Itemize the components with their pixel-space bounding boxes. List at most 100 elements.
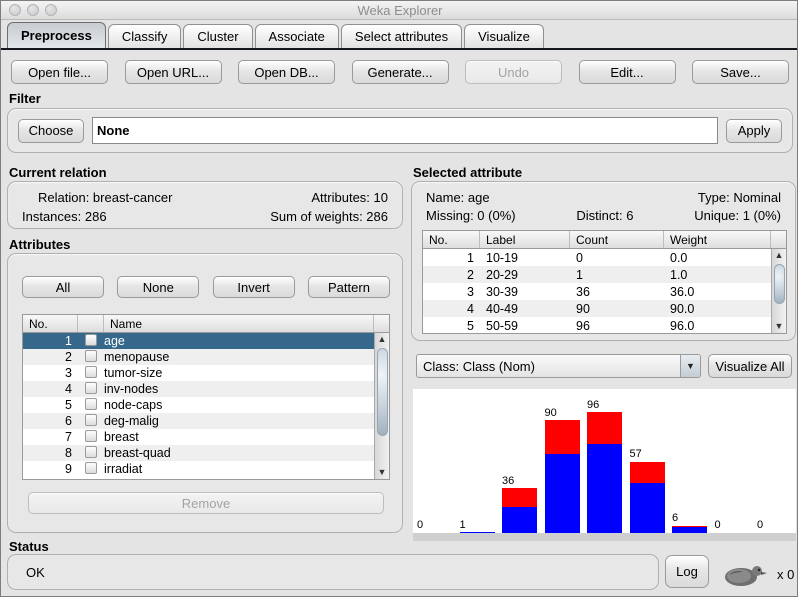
title-bar: Weka Explorer: [1, 1, 797, 20]
value-row-50-59[interactable]: 5 50-59 96 96.0: [423, 317, 771, 333]
invert-button[interactable]: Invert: [212, 276, 295, 298]
value-row-30-39[interactable]: 3 30-39 36 36.0: [423, 283, 771, 300]
scroll-up-icon[interactable]: ▲: [775, 249, 784, 262]
attribute-row-node-caps[interactable]: 5 node-caps: [23, 397, 374, 413]
scrollbar-thumb[interactable]: [773, 264, 785, 304]
attribute-name: inv-nodes: [104, 382, 159, 396]
edit-button[interactable]: Edit...: [578, 60, 676, 84]
pattern-button[interactable]: Pattern: [307, 276, 390, 298]
attribute-histogram: 0 1 36 90 96 57 6 0 0: [413, 389, 796, 541]
tab-bar: Preprocess Classify Cluster Associate Select…: [1, 20, 797, 50]
attribute-checkbox[interactable]: [85, 461, 97, 474]
value-counts-scrollbar[interactable]: ▲ ▼: [771, 249, 786, 333]
all-button[interactable]: All: [22, 276, 104, 298]
attribute-checkbox[interactable]: [85, 445, 97, 458]
value-cell: 50-59: [486, 318, 518, 333]
value-counts-header: No. Label Count Weight: [423, 231, 786, 249]
col-weight[interactable]: Weight: [664, 231, 771, 248]
attribute-row-irradiat[interactable]: 9 irradiat: [23, 461, 374, 477]
current-relation-title: Current relation: [9, 165, 107, 180]
tab-preprocess[interactable]: Preprocess: [7, 22, 106, 48]
remove-button[interactable]: Remove: [28, 492, 384, 514]
attribute-checkbox[interactable]: [85, 333, 97, 346]
tab-classify[interactable]: Classify: [107, 24, 182, 48]
bar-count-label: 90: [544, 407, 557, 419]
bar-count-label: 6: [672, 512, 679, 524]
attribute-name: breast: [104, 430, 139, 444]
col-no[interactable]: No.: [23, 315, 78, 332]
histogram-bar-10-19: 0: [417, 520, 452, 533]
histogram-bar-50-59: 96: [587, 400, 622, 533]
attribute-no: 8: [65, 446, 72, 460]
tab-select-attributes[interactable]: Select attributes: [340, 24, 463, 48]
attribute-no: 1: [65, 334, 72, 348]
filter-value-field[interactable]: None: [92, 117, 718, 144]
scrollbar-thumb[interactable]: [376, 348, 388, 436]
tab-visualize[interactable]: Visualize: [464, 24, 544, 48]
attribute-checkbox[interactable]: [85, 349, 97, 362]
scroll-down-icon[interactable]: ▼: [378, 466, 387, 479]
attribute-checkbox[interactable]: [85, 381, 97, 394]
attribute-checkbox[interactable]: [85, 397, 97, 410]
bar-red-segment: [629, 462, 665, 483]
undo-button[interactable]: Undo: [465, 60, 562, 84]
selected-attribute-title: Selected attribute: [413, 165, 523, 180]
open-url-button[interactable]: Open URL...: [124, 60, 222, 84]
col-no[interactable]: No.: [423, 231, 480, 248]
choose-button[interactable]: Choose: [18, 118, 84, 143]
value-row-10-19[interactable]: 1 10-19 0 0.0: [423, 249, 771, 266]
value-cell: 1: [576, 267, 583, 282]
apply-button[interactable]: Apply: [726, 118, 782, 143]
open-file-button[interactable]: Open file...: [11, 60, 108, 84]
attributes-table: No. Name 1 age 2 menopause 3 tumor-size 4 inv-n…: [22, 314, 390, 480]
generate-button[interactable]: Generate...: [351, 60, 449, 84]
open-db-button[interactable]: Open DB...: [238, 60, 335, 84]
attribute-row-tumor-size[interactable]: 3 tumor-size: [23, 365, 374, 381]
attributes-scrollbar[interactable]: ▲ ▼: [374, 333, 389, 479]
attribute-row-breast[interactable]: 7 breast: [23, 429, 374, 445]
scroll-down-icon[interactable]: ▼: [775, 320, 784, 333]
attribute-row-age[interactable]: 1 age: [23, 333, 374, 349]
value-row-40-49[interactable]: 4 40-49 90 90.0: [423, 300, 771, 317]
attributes-list: 1 age 2 menopause 3 tumor-size 4 inv-nodes 5 node…: [23, 333, 374, 479]
attribute-checkbox[interactable]: [85, 413, 97, 426]
attr-name: Name: age: [426, 190, 490, 205]
col-count[interactable]: Count: [570, 231, 664, 248]
log-button[interactable]: Log: [665, 555, 709, 588]
attribute-row-menopause[interactable]: 2 menopause: [23, 349, 374, 365]
histogram-bar-60-69: 57: [629, 449, 665, 533]
value-row-20-29[interactable]: 2 20-29 1 1.0: [423, 266, 771, 283]
save-button[interactable]: Save...: [692, 60, 789, 84]
relation-value: Relation: breast-cancer: [38, 190, 173, 205]
tab-associate[interactable]: Associate: [254, 24, 339, 48]
col-label[interactable]: Label: [480, 231, 570, 248]
bar-red-segment: [587, 412, 622, 444]
attribute-checkbox[interactable]: [85, 429, 97, 442]
bar-count-label: 96: [587, 399, 600, 411]
chevron-down-icon[interactable]: ▼: [680, 355, 700, 377]
value-cell: 36.0: [670, 284, 695, 299]
none-button[interactable]: None: [117, 276, 200, 298]
col-check[interactable]: [78, 315, 104, 332]
attribute-name: node-caps: [104, 398, 163, 412]
bar-blue-segment: [544, 454, 580, 533]
status-message: OK: [26, 564, 45, 580]
value-cell: 0.0: [670, 250, 688, 265]
tab-cluster[interactable]: Cluster: [183, 24, 253, 48]
col-name[interactable]: Name: [104, 315, 374, 332]
filter-title: Filter: [9, 91, 41, 106]
value-cell: 10-19: [486, 250, 518, 265]
bar-count-label: 1: [459, 519, 466, 531]
attribute-row-inv-nodes[interactable]: 4 inv-nodes: [23, 381, 374, 397]
histogram-bar-20-29: 1: [459, 520, 495, 533]
value-cell: 90.0: [670, 301, 695, 316]
scroll-up-icon[interactable]: ▲: [378, 333, 387, 346]
attribute-checkbox[interactable]: [85, 365, 97, 378]
visualize-all-button[interactable]: Visualize All: [708, 354, 792, 378]
class-dropdown[interactable]: Class: Class (Nom) ▼: [416, 354, 701, 378]
attribute-row-deg-malig[interactable]: 6 deg-malig: [23, 413, 374, 429]
histogram-bar-80-89: 0: [715, 520, 750, 533]
attribute-row-breast-quad[interactable]: 8 breast-quad: [23, 445, 374, 461]
bar-blue-segment: [629, 483, 665, 533]
histogram-bar-70-79: 6: [672, 513, 707, 533]
